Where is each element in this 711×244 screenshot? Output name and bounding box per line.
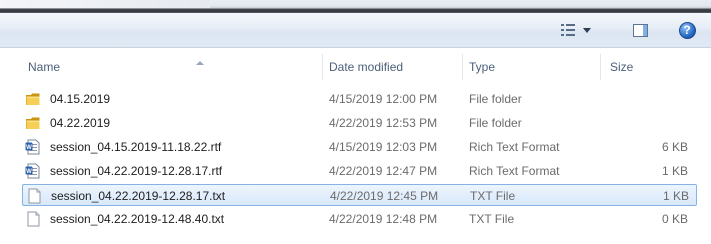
sort-ascending-icon <box>196 61 204 65</box>
svg-text:W: W <box>26 169 32 175</box>
column-divider[interactable] <box>462 54 463 80</box>
help-icon: ? <box>678 21 696 39</box>
svg-text:W: W <box>26 145 32 151</box>
file-size: 6 KB <box>661 140 688 154</box>
file-name: 04.22.2019 <box>50 116 111 130</box>
file-name: session_04.15.2019-11.18.22.rtf <box>50 140 222 154</box>
column-header-size[interactable]: Size <box>610 57 690 77</box>
file-date-modified: 4/22/2019 12:48 PM <box>329 212 438 226</box>
column-header-name-label: Name <box>28 60 61 74</box>
file-name: 04.15.2019 <box>50 92 111 106</box>
change-view-button[interactable] <box>555 18 597 42</box>
file-explorer-window: ? Name Date modified Type Size 04.15.201… <box>0 0 711 244</box>
file-name: session_04.22.2019-12.28.17.rtf <box>50 164 223 178</box>
file-row[interactable]: 04.22.2019 4/22/2019 12:53 PM File folder <box>22 112 697 134</box>
file-name: session_04.22.2019-12.28.17.txt <box>51 189 226 203</box>
file-date-modified: 4/15/2019 12:00 PM <box>329 92 438 106</box>
file-row[interactable]: 04.15.2019 4/15/2019 12:00 PM File folder <box>22 88 697 110</box>
file-row[interactable]: Wsession_04.22.2019-12.28.17.rtf 4/22/201… <box>22 160 697 182</box>
file-type: File folder <box>469 116 522 130</box>
rtf-document-icon: W <box>25 139 41 155</box>
file-row[interactable]: session_04.22.2019-12.48.40.txt 4/22/2019… <box>22 208 697 230</box>
file-size: 1 KB <box>661 164 688 178</box>
folder-icon <box>25 115 41 131</box>
file-size <box>612 112 688 134</box>
chevron-down-icon[interactable] <box>583 27 591 33</box>
column-divider[interactable] <box>322 54 323 80</box>
address-bar-edge <box>0 0 711 13</box>
column-header-bar: Name Date modified Type Size <box>0 48 711 80</box>
file-size: 0 KB <box>661 212 688 226</box>
file-type: File folder <box>469 92 522 106</box>
text-file-icon <box>25 211 41 227</box>
file-size: 1 KB <box>662 189 689 203</box>
file-type: TXT File <box>470 189 516 203</box>
text-file-icon <box>26 188 42 204</box>
file-date-modified: 4/22/2019 12:47 PM <box>329 164 438 178</box>
file-date-modified: 4/22/2019 12:45 PM <box>330 189 439 203</box>
file-size <box>612 88 688 110</box>
command-toolbar: ? <box>0 13 711 48</box>
column-header-size-label: Size <box>610 60 634 74</box>
preview-pane-button[interactable] <box>628 18 652 42</box>
file-name: session_04.22.2019-12.48.40.txt <box>50 212 225 226</box>
file-row[interactable]: Wsession_04.15.2019-11.18.22.rtf 4/15/201… <box>22 136 697 158</box>
column-header-date[interactable]: Date modified <box>329 57 459 77</box>
column-header-type[interactable]: Type <box>469 57 599 77</box>
file-row[interactable]: session_04.22.2019-12.28.17.txt 4/22/2019… <box>22 184 697 206</box>
file-date-modified: 4/15/2019 12:03 PM <box>329 140 438 154</box>
column-header-date-label: Date modified <box>329 60 404 74</box>
folder-icon <box>25 91 41 107</box>
help-button[interactable]: ? <box>675 18 699 42</box>
change-view-icon <box>561 24 575 36</box>
preview-pane-icon <box>632 23 648 37</box>
file-date-modified: 4/22/2019 12:53 PM <box>329 116 438 130</box>
column-header-type-label: Type <box>469 60 496 74</box>
file-type: Rich Text Format <box>469 140 560 154</box>
file-type: TXT File <box>469 212 515 226</box>
file-type: Rich Text Format <box>469 164 560 178</box>
rtf-document-icon: W <box>25 163 41 179</box>
column-header-name[interactable]: Name <box>28 57 324 77</box>
column-divider[interactable] <box>600 54 601 80</box>
